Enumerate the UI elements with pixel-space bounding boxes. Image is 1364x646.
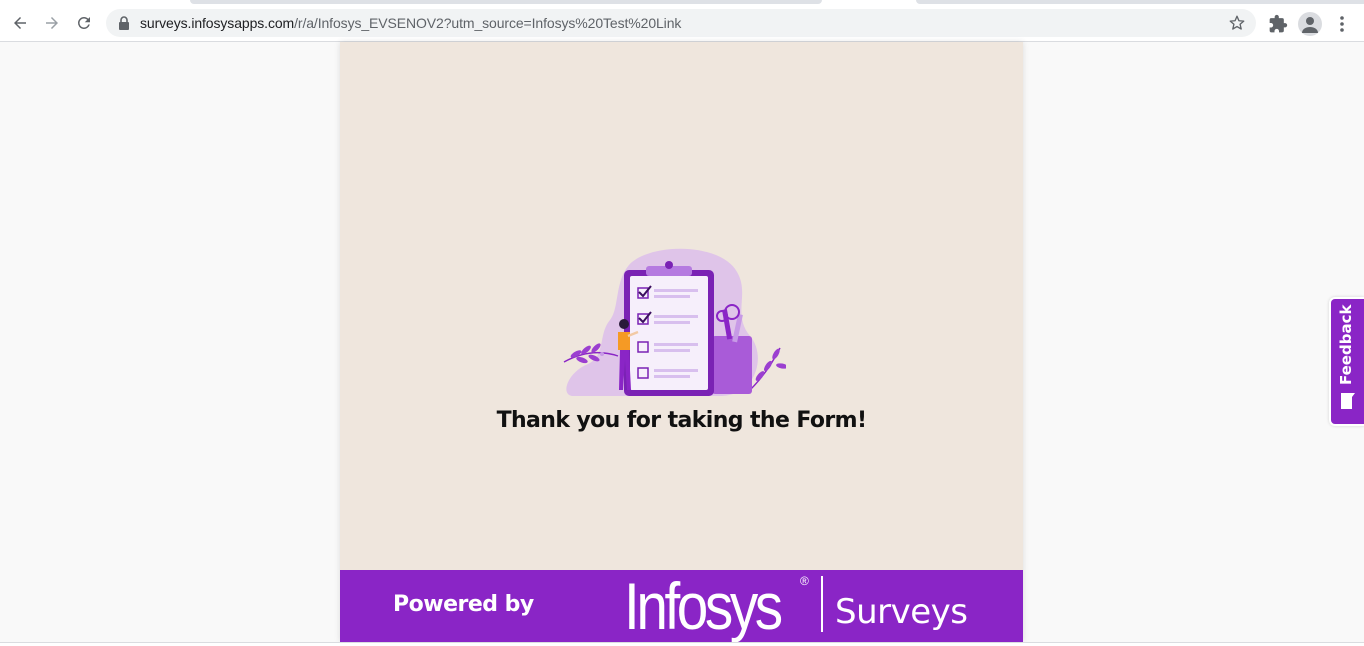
clipboard-checklist-illustration [563, 248, 786, 396]
feedback-tab[interactable]: Feedback [1329, 297, 1364, 426]
puzzle-icon[interactable] [1268, 14, 1288, 34]
profile-avatar[interactable] [1298, 12, 1322, 36]
logo-brand-text: Infosys [624, 569, 783, 642]
address-bar[interactable]: surveys.infosysapps.com/r/a/Infosys_EVSE… [106, 9, 1256, 37]
kebab-menu-icon[interactable] [1333, 13, 1351, 35]
back-button[interactable] [5, 8, 35, 38]
logo-divider [821, 576, 823, 632]
lock-icon [119, 16, 129, 30]
browser-tab[interactable] [916, 0, 1364, 4]
reload-icon [77, 16, 90, 29]
feedback-label: Feedback [1337, 304, 1355, 385]
reload-button[interactable] [69, 8, 99, 38]
survey-card-body: Thank you for taking the Form! [340, 42, 1023, 570]
powered-by-label: Powered by [393, 592, 534, 617]
arrow-right-icon [46, 17, 58, 29]
page-body: Thank you for taking the Form! Powered b… [0, 42, 1364, 642]
url-host: surveys.infosysapps.com [140, 15, 295, 31]
powered-by-footer: Powered by Infosys ® Surveys [340, 570, 1023, 642]
thank-you-message: Thank you for taking the Form! [496, 408, 867, 433]
browser-tab[interactable] [190, 0, 822, 4]
star-icon[interactable] [1228, 14, 1246, 32]
url-path: /r/a/Infosys_EVSENOV2?utm_source=Infosys… [294, 15, 682, 31]
person-icon [1302, 17, 1318, 33]
forward-button[interactable] [37, 8, 67, 38]
infosys-surveys-logo: Infosys ® Surveys [624, 570, 974, 642]
status-strip [0, 642, 1364, 646]
survey-card: Thank you for taking the Form! Powered b… [340, 42, 1023, 642]
logo-product-text: Surveys [835, 592, 968, 632]
url-text[interactable]: surveys.infosysapps.com/r/a/Infosys_EVSE… [140, 15, 681, 31]
speech-bubble-icon [1341, 393, 1355, 409]
arrow-left-icon [14, 17, 26, 29]
registered-mark: ® [800, 574, 809, 588]
browser-toolbar: surveys.infosysapps.com/r/a/Infosys_EVSE… [0, 5, 1364, 42]
